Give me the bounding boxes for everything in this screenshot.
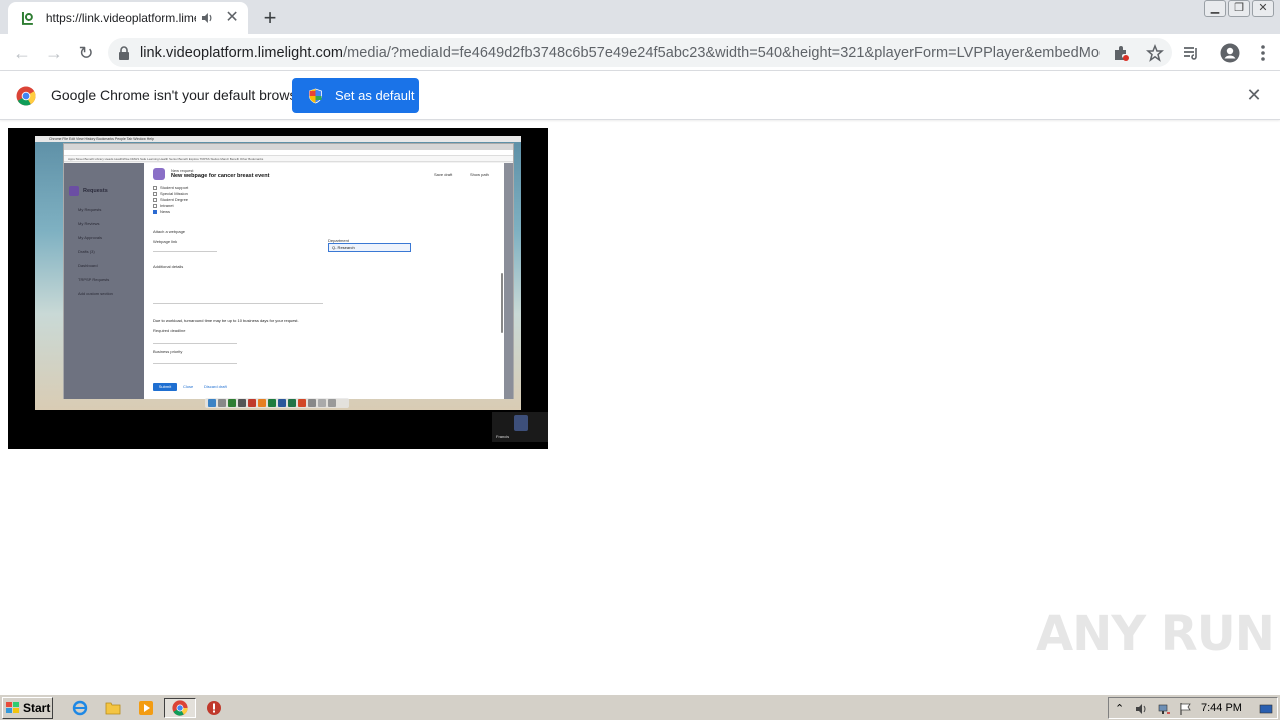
recorded-sidebar: Requests My Requests My Reviews My Appro… <box>64 163 144 399</box>
windows-taskbar: Start ⌃ 7:44 PM <box>0 694 1280 720</box>
sidebar-item: TRPSP Requests <box>78 277 110 282</box>
url-host: link.videoplatform.limelight.com <box>140 44 344 61</box>
url-text: link.videoplatform.limelight.com/media/?… <box>140 45 1100 61</box>
default-browser-infobar: Google Chrome isn't your default browser… <box>0 71 1280 120</box>
sidebar-item: My Approvals <box>78 235 103 240</box>
webpage-link-field <box>153 251 217 252</box>
deadline-label: Required deadline <box>153 328 186 333</box>
chrome-taskbar-icon[interactable] <box>164 698 196 718</box>
requests-app-icon <box>69 186 79 196</box>
action-center-flag-icon[interactable] <box>1179 702 1193 716</box>
browser-toolbar: ← → ↻ link.videoplatform.limelight.com/m… <box>0 34 1280 71</box>
infobar-close-icon[interactable]: ✕ <box>1244 85 1264 105</box>
checkbox-option: Student Degree <box>153 197 188 202</box>
priority-label: Business priority <box>153 349 183 354</box>
forward-icon[interactable]: → <box>41 40 67 66</box>
tab-strip: https://link.videoplatform.limelig ✕ + ▁… <box>0 0 1280 34</box>
media-player-icon[interactable] <box>136 698 156 718</box>
priority-field <box>153 363 237 364</box>
anyrun-watermark: ANY RUN <box>1036 606 1275 662</box>
submit-button: Submit <box>153 383 177 391</box>
infobar-message: Google Chrome isn't your default browser <box>51 87 309 103</box>
page-favicon-icon <box>21 12 33 25</box>
start-label: Start <box>23 701 51 715</box>
windows-flag-icon <box>6 702 19 713</box>
section-label: Attach a webpage <box>153 229 186 234</box>
sidebar-item: Add custom section <box>78 291 113 296</box>
set-as-default-button[interactable]: Set as default <box>292 78 419 113</box>
show-desktop-icon[interactable] <box>1259 702 1273 716</box>
taskbar-clock: 7:44 PM <box>1201 702 1242 714</box>
star-icon[interactable] <box>1146 44 1164 62</box>
recorded-bookmarks-bar: Apps Street Benefit Library Heads Health… <box>64 156 513 162</box>
video-frame: Chrome File Edit View History Bookmarks … <box>35 136 521 410</box>
tab-close-icon[interactable]: ✕ <box>224 10 240 26</box>
modal-scrollbar <box>501 273 503 333</box>
checkbox-option: Intranet <box>153 203 174 208</box>
address-bar[interactable]: link.videoplatform.limelight.com/media/?… <box>108 38 1172 67</box>
deadline-field <box>153 343 237 344</box>
webpage-link-label: Webpage link <box>153 239 178 244</box>
profile-icon[interactable] <box>1220 43 1240 63</box>
close-link: Close <box>183 384 194 389</box>
volume-icon[interactable] <box>1135 702 1149 716</box>
presenter-name: Francis <box>496 434 510 439</box>
recorded-page: Requests My Requests My Reviews My Appro… <box>64 163 513 399</box>
recorded-browser-window: Apps Street Benefit Library Heads Health… <box>63 143 514 399</box>
menu-icon[interactable] <box>1260 44 1266 62</box>
chrome-logo-icon <box>16 86 36 106</box>
presenter-avatar <box>514 415 528 431</box>
reload-icon[interactable]: ↻ <box>73 40 99 66</box>
show-path-label: Show path <box>470 172 489 177</box>
minimize-icon[interactable]: ▁ <box>1204 0 1226 17</box>
window-close-icon[interactable]: ✕ <box>1252 0 1274 17</box>
sidebar-heading: Requests <box>83 188 108 194</box>
network-icon[interactable] <box>1157 702 1171 716</box>
system-tray: ⌃ 7:44 PM <box>1108 697 1278 719</box>
tab-title: https://link.videoplatform.limelig <box>45 11 197 25</box>
url-path: /media/?mediaId=fe4649d2fb3748c6b57e49e2… <box>343 44 1100 61</box>
audio-playing-icon[interactable] <box>200 11 214 25</box>
modal-title: New webpage for cancer breast event <box>171 173 270 179</box>
department-search-field: Q- Research <box>328 243 411 252</box>
set-as-default-label: Set as default <box>335 88 415 103</box>
start-button[interactable]: Start <box>2 697 53 719</box>
new-tab-button[interactable]: + <box>258 7 282 31</box>
mac-dock <box>205 398 349 408</box>
shield-icon <box>309 88 322 103</box>
restore-icon[interactable]: ❐ <box>1228 0 1250 17</box>
sidebar-item: Drafts (3) <box>78 249 95 254</box>
extensions-icon[interactable] <box>1112 44 1130 62</box>
internet-explorer-icon[interactable] <box>70 698 90 718</box>
checkbox-option: Student support <box>153 185 188 190</box>
sidebar-item: My Requests <box>78 207 102 212</box>
request-type-icon <box>153 168 165 180</box>
security-alert-icon[interactable] <box>204 698 224 718</box>
webcam-thumbnail: Francis <box>492 412 548 442</box>
new-request-modal: New request New webpage for cancer breas… <box>144 163 504 399</box>
video-player[interactable]: Chrome File Edit View History Bookmarks … <box>8 128 548 449</box>
window-controls: ▁ ❐ ✕ <box>1204 0 1274 17</box>
sidebar-item: My Reviews <box>78 221 100 226</box>
mac-menubar: Chrome File Edit View History Bookmarks … <box>35 136 521 142</box>
tray-expand-icon[interactable]: ⌃ <box>1115 702 1129 716</box>
file-explorer-icon[interactable] <box>103 698 123 718</box>
back-icon[interactable]: ← <box>9 40 35 66</box>
lock-icon[interactable] <box>118 45 130 60</box>
sidebar-item: Dashboard <box>78 263 98 268</box>
checkbox-option: News <box>153 209 170 214</box>
additional-details-label: Additional details <box>153 264 184 269</box>
media-icon[interactable] <box>1182 44 1200 62</box>
additional-details-field <box>153 303 323 304</box>
browser-tab[interactable]: https://link.videoplatform.limelig ✕ <box>8 2 248 34</box>
turnaround-note: Due to workload, turnaround time may be … <box>153 318 299 323</box>
save-draft-label: Save draft <box>434 172 453 177</box>
discard-draft-link: Discard draft <box>204 384 227 389</box>
checkbox-option: Special Mission <box>153 191 188 196</box>
